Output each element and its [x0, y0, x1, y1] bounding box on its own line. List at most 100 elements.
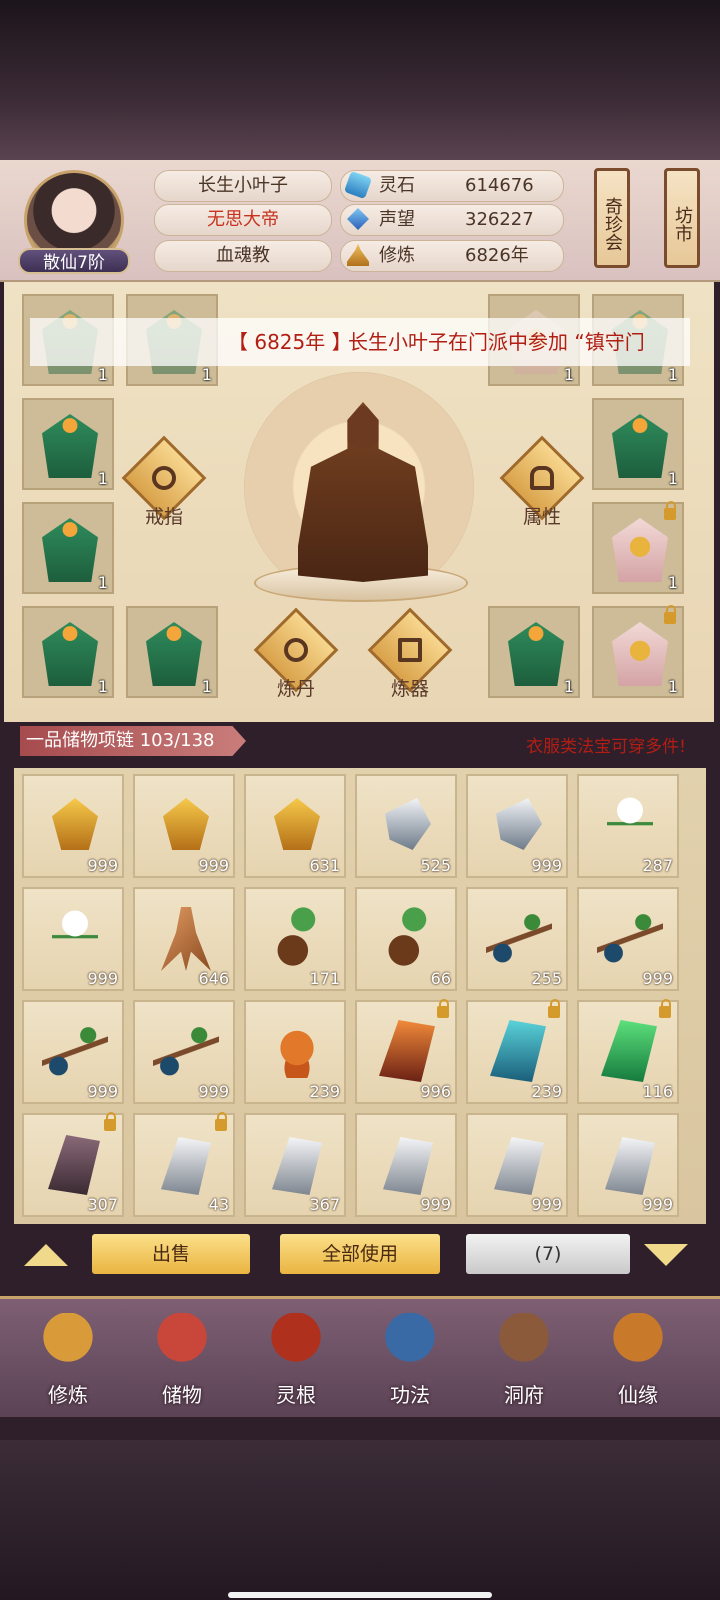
home-indicator[interactable] — [228, 1592, 492, 1598]
bottom-nav: 修炼 储物 灵根 功法 洞府 仙缘 — [0, 1296, 720, 1417]
golden-robe-icon — [612, 622, 668, 686]
market-button[interactable]: 坊市 — [664, 168, 700, 268]
inventory-slot[interactable]: 66 — [355, 887, 457, 991]
berry-branch-icon — [42, 1024, 108, 1080]
item-count: 239 — [531, 1082, 562, 1101]
equip-slot[interactable]: 1 — [22, 398, 114, 490]
sell-button[interactable]: 出售 — [92, 1234, 250, 1274]
item-count: 996 — [420, 1082, 451, 1101]
item-count: 1 — [667, 677, 678, 696]
item-count: 1 — [97, 469, 108, 488]
robe-icon — [42, 622, 98, 686]
item-count: 66 — [430, 969, 451, 988]
item-count: 1 — [97, 573, 108, 592]
equip-slot[interactable]: 1 — [592, 605, 684, 698]
gold-ore-icon — [163, 798, 209, 850]
inventory-slot[interactable]: 631 — [244, 774, 346, 878]
item-count: 1 — [563, 365, 574, 384]
nav-item[interactable]: 修炼 — [18, 1309, 118, 1409]
nav-item[interactable]: 灵根 — [246, 1309, 346, 1409]
inventory-slot[interactable]: 171 — [244, 887, 346, 991]
inventory-slot[interactable]: 999 — [22, 887, 124, 991]
white-flower-icon — [52, 905, 98, 971]
inventory-slot[interactable]: 116 — [577, 999, 679, 1104]
item-count: 999 — [87, 856, 118, 875]
white-flower-icon — [607, 792, 653, 858]
prestige-icon — [347, 208, 369, 230]
item-count: 631 — [309, 856, 340, 875]
red-crystal-icon — [379, 1020, 435, 1082]
inventory-slot[interactable]: 999 — [22, 774, 124, 878]
equip-slot[interactable]: 1 — [22, 502, 114, 594]
item-count: 646 — [198, 969, 229, 988]
item-count: 999 — [87, 969, 118, 988]
robe-icon — [146, 622, 202, 686]
cave-dwelling-icon — [498, 1313, 550, 1373]
blue-crystal-icon — [490, 1020, 546, 1082]
forging-label: 炼器 — [390, 678, 429, 700]
meditation-icon — [347, 244, 369, 266]
item-count: 43 — [208, 1195, 229, 1214]
player-title[interactable]: 无思大帝 — [154, 204, 332, 236]
equip-slot[interactable]: 1 — [22, 606, 114, 698]
equip-slot[interactable]: 1 — [488, 606, 580, 698]
equip-slot[interactable]: 1 — [126, 606, 218, 698]
bottom-background — [0, 1440, 720, 1600]
stat-label: 修炼 — [379, 245, 415, 266]
silver-stone-icon — [494, 1137, 544, 1195]
inventory-slot[interactable]: 999 — [22, 1000, 124, 1104]
bag-title: 一品储物项链 103/138 — [20, 726, 246, 756]
ring-label: 戒指 — [144, 506, 183, 528]
inventory-slot[interactable]: 999 — [577, 1113, 679, 1217]
equip-slot[interactable]: 1 — [592, 501, 684, 594]
player-sect: 血魂教 — [154, 240, 332, 272]
red-herb-icon — [383, 907, 435, 969]
gold-ore-icon — [274, 798, 320, 850]
inventory-slot[interactable]: 287 — [577, 774, 679, 878]
spirit-stone-icon — [343, 170, 373, 200]
stat-value: 326227 — [465, 209, 534, 230]
inventory-slot[interactable]: 239 — [466, 999, 568, 1104]
rank-badge: 散仙7阶 — [18, 248, 130, 274]
inventory-slot[interactable]: 646 — [133, 887, 235, 991]
player-name: 长生小叶子 — [154, 170, 332, 202]
inventory-slot[interactable]: 996 — [355, 999, 457, 1104]
nav-item[interactable]: 储物 — [132, 1309, 232, 1409]
item-count: 525 — [420, 856, 451, 875]
inventory-slot[interactable]: 239 — [244, 1000, 346, 1104]
inventory-slot[interactable]: 999 — [133, 774, 235, 878]
inventory-slot[interactable]: 525 — [355, 774, 457, 878]
inventory-slot[interactable]: 999 — [577, 887, 679, 991]
nav-item[interactable]: 仙缘 — [588, 1309, 688, 1409]
stat-value: 6826年 — [465, 245, 529, 266]
scroll-up-icon[interactable] — [24, 1244, 68, 1266]
nav-item[interactable]: 洞府 — [474, 1309, 574, 1409]
nav-item[interactable]: 功法 — [360, 1309, 460, 1409]
inventory-grid[interactable]: 999 999 631 525 999 287 999 646 171 66 255 999 999 99… — [14, 768, 706, 1224]
item-count: 1 — [201, 677, 212, 696]
inventory-slot[interactable]: 307 — [22, 1112, 124, 1217]
nav-label: 洞府 — [504, 1383, 544, 1407]
inventory-slot[interactable]: 999 — [133, 1000, 235, 1104]
alchemy-label: 炼丹 — [276, 678, 315, 700]
use-all-button[interactable]: 全部使用 — [280, 1234, 440, 1274]
nav-label: 修炼 — [48, 1383, 88, 1407]
selected-count[interactable]: (7) — [466, 1234, 630, 1274]
ring-icon — [152, 466, 176, 490]
lock-icon — [215, 1112, 227, 1131]
inventory-slot[interactable]: 999 — [466, 774, 568, 878]
treasure-fair-button[interactable]: 奇珍会 — [594, 168, 630, 268]
silver-stone-icon — [272, 1137, 322, 1195]
stat-prestige: 声望 326227 — [340, 204, 564, 236]
inventory-slot[interactable]: 43 — [133, 1112, 235, 1217]
inventory-slot[interactable]: 999 — [355, 1113, 457, 1217]
lock-icon — [548, 999, 560, 1018]
item-count: 239 — [309, 1082, 340, 1101]
scroll-down-icon[interactable] — [644, 1244, 688, 1266]
fire-worm-icon — [268, 1028, 326, 1078]
inventory-slot[interactable]: 255 — [466, 887, 568, 991]
inventory-slot[interactable]: 367 — [244, 1113, 346, 1217]
inventory-slot[interactable]: 999 — [466, 1113, 568, 1217]
equip-slot[interactable]: 1 — [592, 398, 684, 490]
attributes-label: 属性 — [522, 506, 561, 528]
